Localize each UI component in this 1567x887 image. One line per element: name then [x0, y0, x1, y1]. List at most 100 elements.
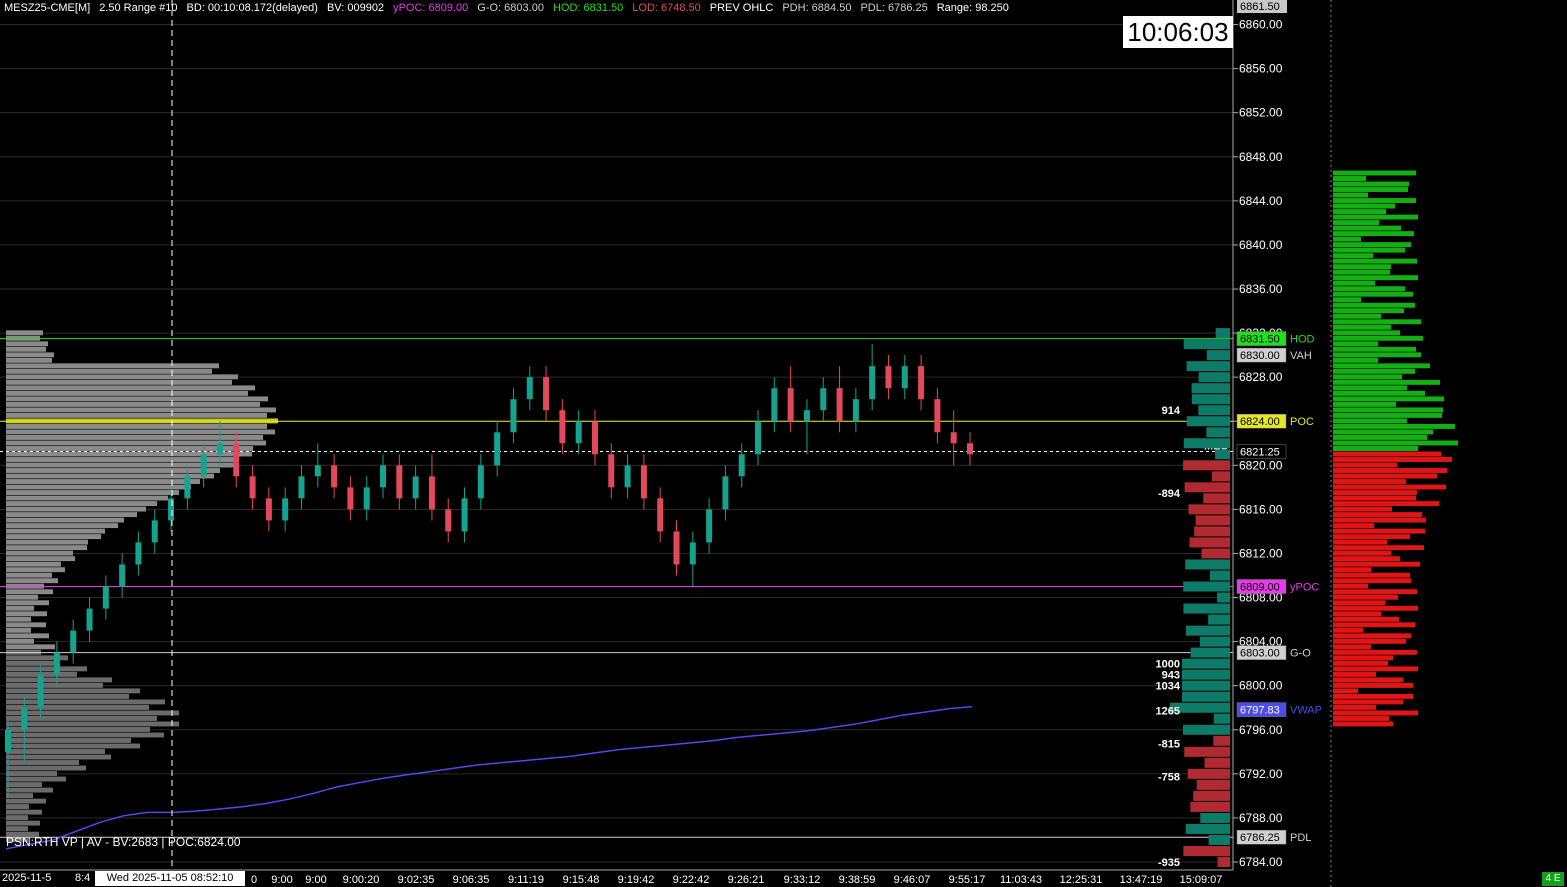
price-tick-label: 6828.00 [1239, 370, 1283, 384]
time-tick-label: 9:00 [305, 874, 326, 886]
ladder-bar [1333, 225, 1401, 231]
level-tag: G-O [1290, 648, 1311, 660]
candle-body [787, 388, 794, 422]
ladder-bar [1333, 468, 1447, 473]
start-date-label: 2025-11-5 [2, 872, 52, 884]
ladder-bar [1333, 231, 1414, 237]
price-tick-label: 6812.00 [1239, 546, 1283, 560]
ladder-bar [1333, 396, 1444, 402]
hod-label: HOD: 6831.50 [552, 2, 624, 14]
delta-bar [1195, 515, 1230, 526]
candle-body [168, 498, 175, 521]
price-tick-label: 6788.00 [1239, 811, 1283, 825]
ladder-bar [1333, 600, 1385, 606]
delta-bar [1193, 790, 1230, 801]
candle-body [901, 366, 908, 389]
ladder-bar [1333, 330, 1400, 336]
ladder-bar [1333, 666, 1418, 672]
volume-profile-bar [6, 644, 55, 650]
level-price-label: 6786.25 [1240, 832, 1280, 844]
volume-profile-bar [6, 539, 88, 545]
ladder-bar [1333, 550, 1391, 556]
price-tick-label: 6796.00 [1239, 723, 1283, 737]
delta-bar [1208, 614, 1230, 625]
vwap-path [5, 705, 973, 850]
candle-body [510, 399, 517, 433]
volume-profile-bar [6, 633, 49, 639]
time-tick-label: 9:15:48 [563, 874, 600, 886]
volume-profile-bar [6, 666, 87, 672]
chart-canvas[interactable]: MES 914-894100094310341265-815-758-935 6… [0, 0, 1567, 887]
candle-body [885, 366, 892, 389]
ladder-bar [1333, 638, 1406, 644]
candle-body [5, 729, 11, 752]
ladder-bar [1333, 181, 1409, 187]
ladder-bar [1333, 192, 1368, 198]
lod-label: LOD: 6748.50 [632, 2, 701, 14]
time-tick-label: 9:33:12 [784, 874, 821, 886]
candle-body [21, 707, 28, 730]
candle-body [200, 454, 207, 477]
candle-body [314, 465, 321, 477]
price-tick-label: 6848.00 [1239, 150, 1283, 164]
delta-bar [1183, 603, 1230, 614]
ladder-bar [1333, 501, 1439, 507]
candle-body [820, 388, 827, 411]
ladder-bar [1333, 308, 1404, 314]
delta-bar [1182, 680, 1230, 691]
ladder-bar [1333, 341, 1378, 347]
ladder-bar [1333, 269, 1390, 275]
delta-bar [1211, 471, 1230, 482]
ladder-bar [1333, 583, 1368, 589]
ladder-bar [1333, 484, 1446, 490]
candle-body [918, 366, 925, 400]
delta-bar [1217, 592, 1230, 603]
volume-profile-bar [6, 550, 73, 556]
price-tick-label: 6816.00 [1239, 502, 1283, 516]
volume-profile-bar [6, 363, 219, 369]
price-tick-label: 6860.00 [1239, 18, 1283, 32]
volume-profile-bar [6, 368, 212, 374]
ladder-bar [1333, 622, 1415, 628]
candle-body [428, 476, 435, 510]
time-axis[interactable]: 0 9:00 9:00 9:00:20 9:02:35 9:06:35 9:11:19 9:1… [251, 874, 1222, 886]
ladder-bar [1333, 412, 1442, 418]
ladder-bar [1333, 545, 1424, 551]
ladder-bar [1333, 451, 1441, 457]
volume-profile-bar [6, 479, 200, 484]
delta-bar [1184, 746, 1230, 757]
volume-profile-bar [6, 506, 146, 512]
price-axis[interactable]: 6860.00 6856.00 6852.00 6848.00 6844.00 6840.… [1233, 0, 1322, 869]
candle-body [494, 432, 501, 466]
time-tick-label: 9:11:19 [508, 874, 544, 886]
level-price-label: 6809.00 [1240, 582, 1280, 594]
time-tick-label: 15:09:07 [1180, 874, 1223, 886]
level-price-label: 6803.00 [1240, 648, 1280, 660]
candle-body [934, 399, 941, 433]
ladder-bar [1333, 236, 1361, 242]
candle-body [102, 586, 109, 609]
delta-bar [1190, 647, 1230, 658]
time-tick-label: 9:22:42 [673, 874, 710, 886]
ladder-bar [1333, 352, 1421, 358]
volume-profile-bar [6, 594, 38, 600]
volume-profile-bar [6, 523, 118, 529]
volume-profile-bar [6, 677, 112, 683]
time-tick-label: 12:25:31 [1060, 874, 1103, 886]
status-badge[interactable]: 4 E [1542, 872, 1564, 886]
volume-profile-bar [6, 401, 260, 407]
ladder-bar [1333, 429, 1433, 435]
ladder-bar [1333, 313, 1381, 319]
candle-body [738, 454, 745, 477]
clock-display: 10:06:03 [1123, 16, 1233, 48]
delta-bar [1182, 691, 1230, 702]
level-tag: VAH [1290, 350, 1312, 362]
ladder-bar [1333, 528, 1425, 534]
delta-label: -815 [1158, 739, 1180, 751]
ladder-bar [1333, 693, 1413, 699]
candle-body [331, 465, 338, 488]
candle-body [412, 476, 419, 499]
candle-body [363, 487, 370, 510]
delta-bar [1190, 801, 1230, 812]
candle-body [347, 487, 354, 510]
